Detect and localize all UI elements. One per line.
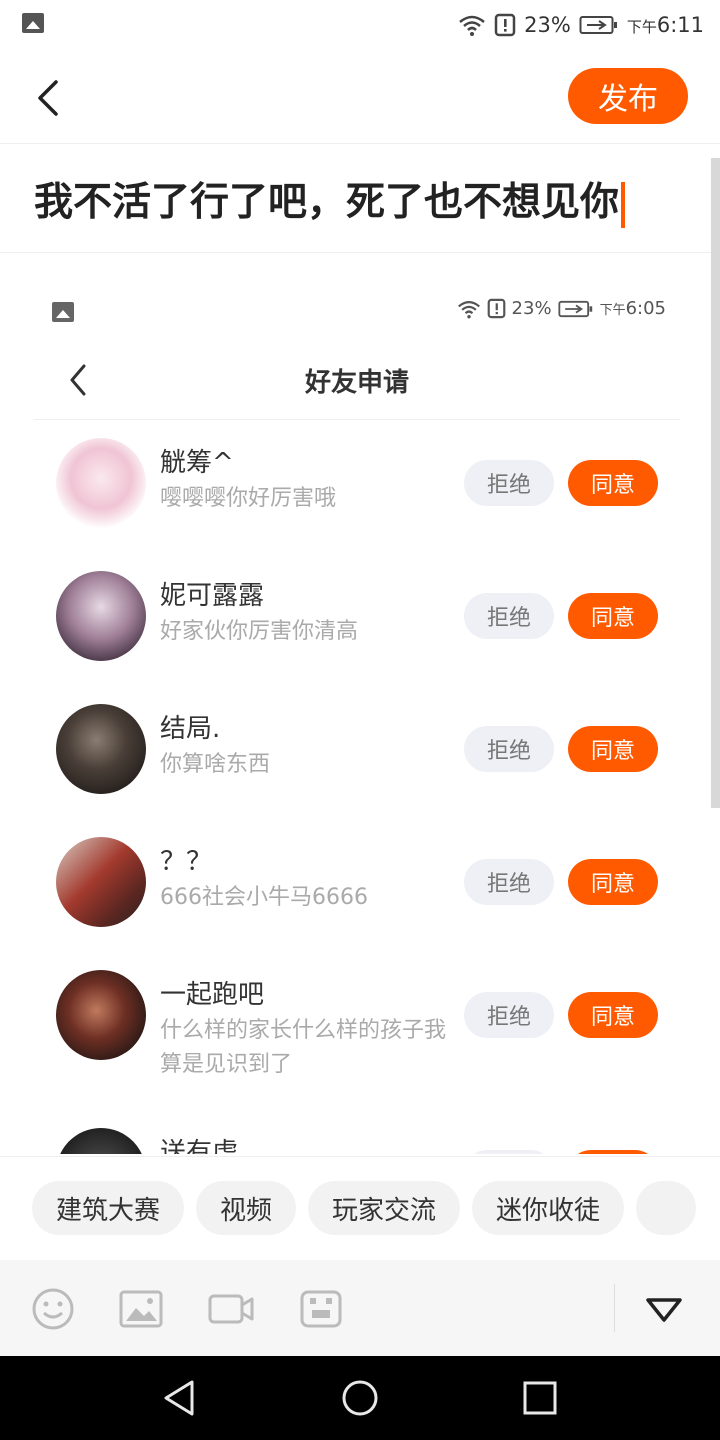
friend-request-row: 送有虐 拒绝 同意 <box>0 1128 710 1154</box>
friend-request-row: 觥筹^ 嘤嘤嘤你好厉害哦 拒绝 同意 <box>0 438 710 558</box>
request-name: 结局. <box>160 714 221 744</box>
reject-button: 拒绝 <box>464 460 554 506</box>
nav-recents-icon[interactable] <box>520 1378 560 1418</box>
request-message: 好家伙你厉害你清高 <box>160 619 359 644</box>
scrollbar[interactable] <box>711 158 720 808</box>
screenshot-title: 好友申请 <box>304 368 409 398</box>
avatar <box>56 1128 146 1154</box>
nav-back-icon[interactable] <box>160 1378 200 1418</box>
reject-button: 拒绝 <box>464 593 554 639</box>
collapse-icon[interactable] <box>644 1296 684 1324</box>
video-icon[interactable] <box>208 1288 254 1330</box>
wifi-icon <box>459 15 485 36</box>
wifi-icon <box>457 300 480 318</box>
topic-chip[interactable]: 建筑大赛 <box>32 1181 185 1235</box>
topic-chip[interactable]: 玩家交流 <box>308 1181 461 1235</box>
request-name: 送有虐 <box>160 1138 239 1154</box>
reject-button: 拒绝 <box>464 726 554 772</box>
editor-toolbar <box>0 1260 720 1356</box>
request-message: 嘤嘤嘤你好厉害哦 <box>160 486 337 511</box>
status-right: 23% 下午6:11 <box>458 10 704 40</box>
reject-button: 拒绝 <box>464 859 554 905</box>
battery-charging-icon <box>558 300 592 317</box>
screenshot-status-bar: 23% 下午6:05 <box>0 294 710 330</box>
avatar <box>56 970 146 1060</box>
time-prefix: 下午 <box>626 18 657 36</box>
request-name: 妮可露露 <box>160 581 265 611</box>
toolbar-divider <box>614 1284 615 1332</box>
gallery-notification-icon <box>52 302 74 322</box>
battery-charging-icon <box>579 16 617 34</box>
publish-button[interactable]: 发布 <box>568 68 688 124</box>
system-nav-bar <box>0 1356 720 1440</box>
clock: 6:11 <box>656 13 704 37</box>
nav-home-icon[interactable] <box>340 1378 380 1418</box>
avatar <box>56 438 146 528</box>
request-message: 什么样的家长什么样的孩子我算是见识到了 <box>160 1018 447 1077</box>
image-icon[interactable] <box>118 1288 164 1330</box>
alert-sim-icon <box>487 298 505 319</box>
friend-request-row: 妮可露露 好家伙你厉害你清高 拒绝 同意 <box>0 571 710 691</box>
battery-percent: 23% <box>511 298 552 319</box>
request-name: 一起跑吧 <box>160 980 265 1010</box>
accept-button: 同意 <box>568 726 658 772</box>
accept-button: 同意 <box>568 1150 658 1154</box>
top-bar: 发布 <box>0 52 720 144</box>
status-bar: 23% 下午6:11 <box>0 0 720 50</box>
topic-chip[interactable]: 视频 <box>196 1181 297 1235</box>
gallery-notification-icon <box>22 13 44 33</box>
reject-button: 拒绝 <box>464 992 554 1038</box>
request-name: 觥筹^ <box>160 448 234 478</box>
request-message: 666社会小牛马6666 <box>160 885 368 910</box>
accept-button: 同意 <box>568 593 658 639</box>
friend-request-row: 一起跑吧 什么样的家长什么样的孩子我算是见识到了 拒绝 同意 <box>0 970 710 1120</box>
avatar <box>56 704 146 794</box>
reject-button: 拒绝 <box>464 1150 554 1154</box>
game-icon[interactable] <box>298 1288 344 1330</box>
clock: 6:05 <box>625 298 666 319</box>
topic-chip-partial[interactable] <box>636 1181 697 1235</box>
accept-button: 同意 <box>568 859 658 905</box>
back-icon[interactable] <box>30 76 70 120</box>
request-message: 你算啥东西 <box>160 752 271 777</box>
avatar <box>56 571 146 661</box>
emoji-icon[interactable] <box>30 1288 76 1330</box>
screenshot-header: 好友申请 <box>34 344 680 420</box>
battery-percent: 23% <box>524 13 571 37</box>
topic-chip[interactable]: 迷你收徒 <box>472 1181 625 1235</box>
post-title-text: 我不活了行了吧，死了也不想见你 <box>34 180 620 225</box>
accept-button: 同意 <box>568 460 658 506</box>
avatar <box>56 837 146 927</box>
alert-sim-icon <box>494 13 516 37</box>
request-name: ？？ <box>160 847 213 877</box>
attached-screenshot[interactable]: 23% 下午6:05 好友申请 觥筹^ 嘤嘤嘤你好厉害哦 拒绝 同意 妮可露露 … <box>0 254 710 1154</box>
topic-bar: 建筑大赛 视频 玩家交流 迷你收徒 <box>0 1156 720 1260</box>
accept-button: 同意 <box>568 992 658 1038</box>
friend-request-row: 结局. 你算啥东西 拒绝 同意 <box>0 704 710 824</box>
text-caret <box>621 181 626 228</box>
post-title-input[interactable]: 我不活了行了吧，死了也不想见你 <box>0 145 720 253</box>
friend-request-row: ？？ 666社会小牛马6666 拒绝 同意 <box>0 837 710 957</box>
time-prefix: 下午 <box>599 303 626 318</box>
